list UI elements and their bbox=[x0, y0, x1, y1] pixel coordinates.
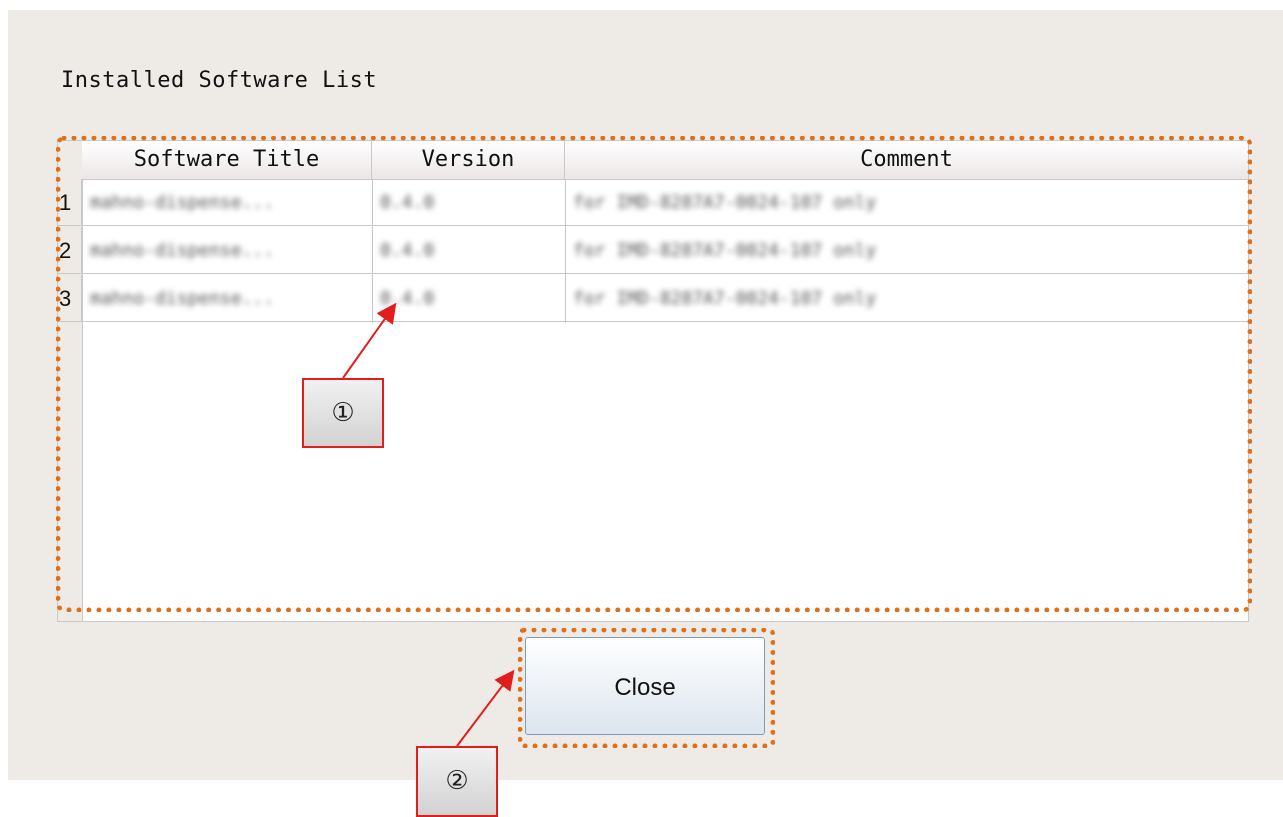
arrow-to-close-button bbox=[456, 669, 515, 747]
annotation-arrows bbox=[342, 302, 515, 747]
arrow-to-version-cell bbox=[342, 302, 397, 379]
